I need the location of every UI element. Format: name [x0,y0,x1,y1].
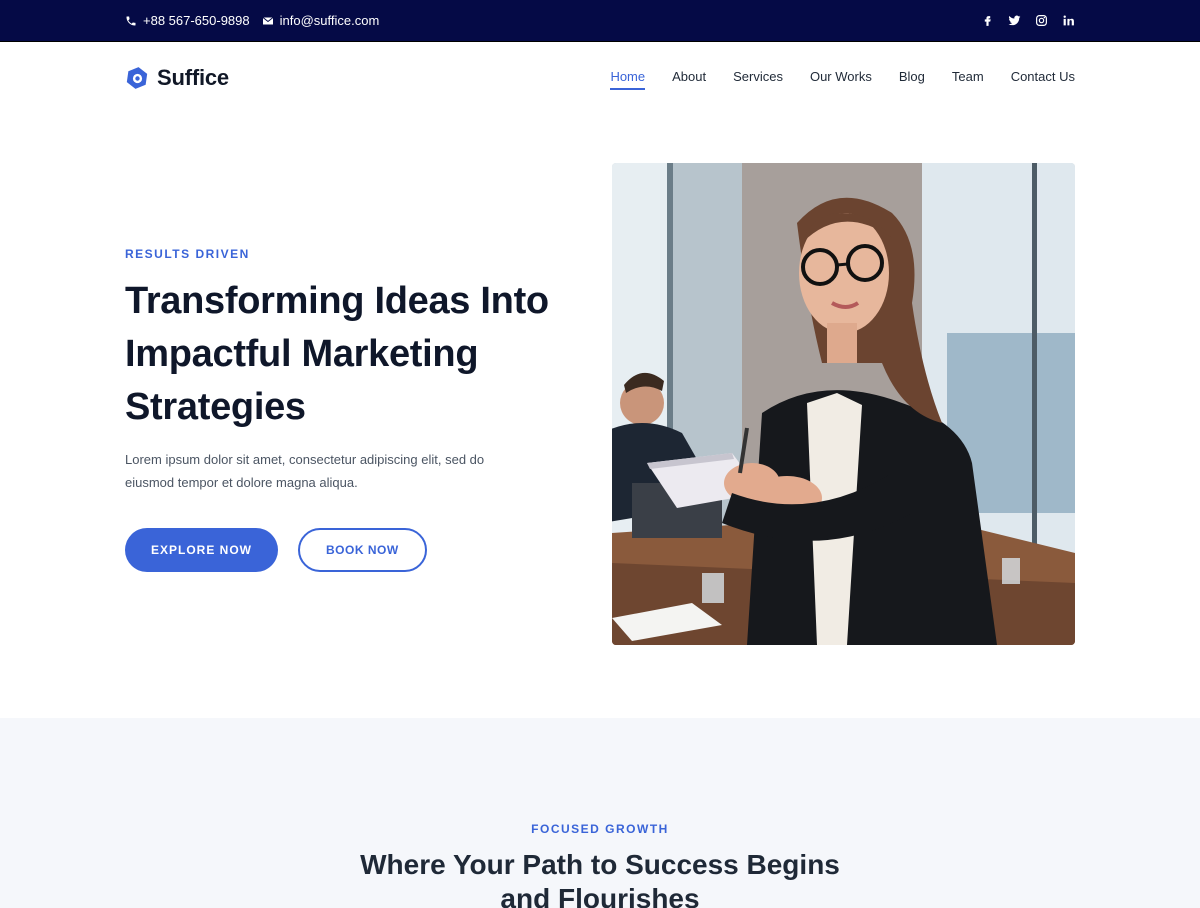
main-nav: Home About Services Our Works Blog Team … [610,69,1075,90]
nav-item-services[interactable]: Services [733,69,783,88]
focused-growth-section: FOCUSED GROWTH Where Your Path to Succes… [0,718,1200,908]
envelope-icon [262,15,274,27]
hero-title: Transforming Ideas Into Impactful Market… [125,280,549,428]
suffice-logo-icon [125,66,149,90]
nav-item-about[interactable]: About [672,69,706,88]
nav-item-blog[interactable]: Blog [899,69,925,88]
hero-eyebrow: RESULTS DRIVEN [125,247,250,261]
site-header: Suffice Home About Services Our Works Bl… [0,42,1200,114]
hero-photo [612,163,1075,645]
site-logo[interactable]: Suffice [125,65,229,91]
phone-link[interactable]: +88 567-650-9898 [125,13,250,28]
hero-description: Lorem ipsum dolor sit amet, consectetur … [125,452,485,490]
nav-item-team[interactable]: Team [952,69,984,88]
book-now-button[interactable]: BOOK NOW [298,528,427,572]
email-address: info@suffice.com [279,13,380,28]
phone-number: +88 567-650-9898 [143,13,250,28]
social-links [981,14,1075,27]
twitter-icon[interactable] [1008,14,1021,27]
nav-item-our-works[interactable]: Our Works [810,69,872,88]
email-link[interactable]: info@suffice.com [262,13,380,28]
phone-icon [125,15,137,27]
nav-item-contact-us[interactable]: Contact Us [1011,69,1075,88]
nav-item-home[interactable]: Home [610,69,645,90]
hero-buttons: EXPLORE NOW BOOK NOW [125,528,585,572]
logo-text: Suffice [157,65,229,90]
contact-info: +88 567-650-9898 info@suffice.com [125,13,379,28]
section-title: Where Your Path to Success Begins and Fl… [360,849,840,908]
top-bar: +88 567-650-9898 info@suffice.com [0,0,1200,42]
facebook-icon[interactable] [981,14,994,27]
linkedin-icon[interactable] [1062,14,1075,27]
explore-now-button[interactable]: EXPLORE NOW [125,528,279,572]
instagram-icon[interactable] [1035,14,1048,27]
hero-section: RESULTS DRIVEN Transforming Ideas Into I… [125,114,1075,718]
section-eyebrow: FOCUSED GROWTH [531,822,669,836]
hero-content: RESULTS DRIVEN Transforming Ideas Into I… [125,247,585,572]
